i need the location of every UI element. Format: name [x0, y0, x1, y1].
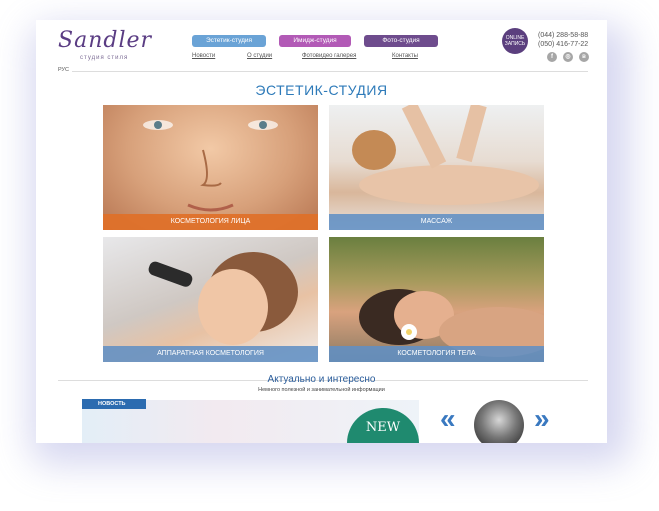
- facebook-icon[interactable]: f: [547, 52, 557, 62]
- tile-label: КОСМЕТОЛОГИЯ ТЕЛА: [329, 346, 544, 362]
- carousel-prev-arrow-icon[interactable]: «: [440, 405, 456, 433]
- tile-body-cosmetology[interactable]: КОСМЕТОЛОГИЯ ТЕЛА: [329, 237, 544, 362]
- news-badge: НОВОСТЬ: [82, 399, 146, 409]
- tile-massage[interactable]: МАССАЖ: [329, 105, 544, 230]
- tile-label: КОСМЕТОЛОГИЯ ЛИЦА: [103, 214, 318, 230]
- nav-link-news[interactable]: Новости: [192, 53, 215, 59]
- news-thumbnail[interactable]: [474, 400, 524, 443]
- tab-photo-studio[interactable]: Фото-студия: [364, 35, 438, 47]
- tab-aesthetic-studio[interactable]: Эстетик-студия: [192, 35, 266, 47]
- apparatus-photo: [148, 252, 298, 345]
- website-page: Sandler студия стиля Эстетик-студия Имид…: [36, 20, 607, 443]
- nav-link-gallery[interactable]: Фотовидео галерея: [302, 53, 356, 59]
- tile-label: МАССАЖ: [329, 214, 544, 230]
- instagram-icon[interactable]: ◎: [563, 52, 573, 62]
- tile-label: АППАРАТНАЯ КОСМЕТОЛОГИЯ: [103, 346, 318, 362]
- news-section-title: Актуально и интересно: [267, 374, 376, 385]
- tile-face-cosmetology[interactable]: КОСМЕТОЛОГИЯ ЛИЦА: [103, 105, 318, 230]
- tile-apparatus-cosmetology[interactable]: АППАРАТНАЯ КОСМЕТОЛОГИЯ: [103, 237, 318, 362]
- phone-number-2[interactable]: (050) 416-77-22: [538, 41, 588, 48]
- online-badge-line2: ЗАПИСЬ: [504, 41, 526, 47]
- logo[interactable]: Sandler студия стиля: [58, 28, 151, 62]
- nav-link-about[interactable]: О студии: [247, 53, 272, 59]
- vk-icon[interactable]: в: [579, 52, 589, 62]
- logo-wordmark: Sandler: [58, 28, 153, 53]
- tab-image-studio[interactable]: Имидж-студия: [279, 35, 351, 47]
- logo-tagline: студия стиля: [80, 55, 129, 61]
- new-badge: NEW: [347, 408, 419, 443]
- online-booking-button[interactable]: ONLINE ЗАПИСЬ: [502, 28, 528, 54]
- news-section-subtitle: Немного полезной и занимательной информа…: [258, 387, 385, 393]
- face-photo: [143, 120, 278, 212]
- massage-photo: [352, 105, 539, 205]
- language-switch[interactable]: РУС: [58, 67, 69, 73]
- body-care-photo: [359, 289, 544, 357]
- header-divider: [72, 71, 588, 72]
- carousel-next-arrow-icon[interactable]: »: [534, 405, 550, 433]
- nav-link-contacts[interactable]: Контакты: [392, 53, 418, 59]
- phone-number[interactable]: (044) 288-58-88: [538, 32, 588, 39]
- page-title: ЭСТЕТИК-СТУДИЯ: [255, 82, 388, 98]
